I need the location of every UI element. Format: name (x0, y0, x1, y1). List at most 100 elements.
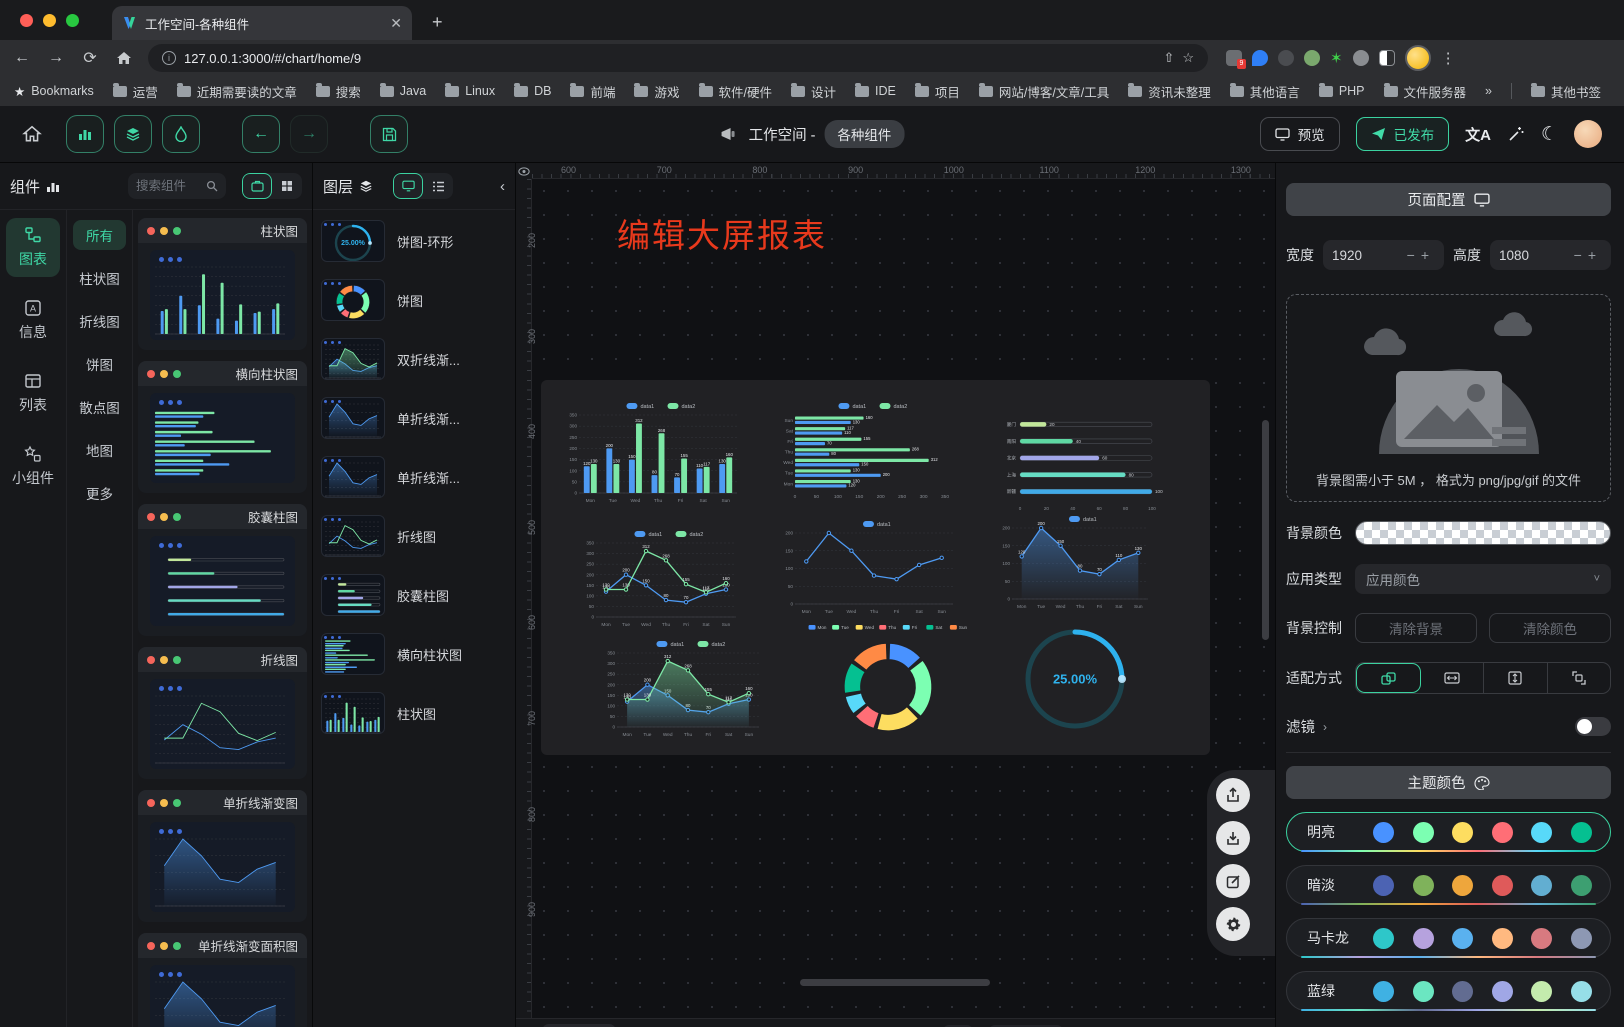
component-card-单折线渐变图[interactable]: 单折线渐变图 (138, 790, 307, 922)
bookmark-star-icon[interactable]: ☆ (1182, 50, 1194, 66)
publish-button[interactable]: 已发布 (1356, 117, 1450, 151)
component-card-横向柱状图[interactable]: 横向柱状图 (138, 361, 307, 493)
color-swatch[interactable] (1571, 875, 1592, 896)
component-card-单折线渐变面积图[interactable]: 单折线渐变面积图 (138, 933, 307, 1027)
config-panel-toggle-button[interactable] (162, 115, 200, 153)
user-avatar[interactable] (1574, 120, 1602, 148)
extension-icon[interactable]: 9 (1226, 50, 1242, 66)
dark-mode-icon[interactable]: ☾ (1541, 123, 1558, 146)
preview-button[interactable]: 预览 (1260, 117, 1340, 151)
browser-menu-icon[interactable]: ⋮ (1441, 49, 1456, 67)
bookmark-item[interactable]: 其他语言 (1230, 82, 1300, 101)
share-icon[interactable]: ⇧ (1163, 50, 1174, 66)
undo-button[interactable]: ← (242, 115, 280, 153)
chevron-right-icon[interactable]: › (1323, 720, 1327, 734)
filter-toggle[interactable] (1575, 717, 1611, 736)
color-swatch[interactable] (1492, 981, 1513, 1002)
color-swatch[interactable] (1452, 981, 1473, 1002)
home-icon[interactable] (114, 50, 134, 66)
color-swatch[interactable] (1492, 928, 1513, 949)
component-card-胶囊柱图[interactable]: 胶囊柱图 (138, 504, 307, 636)
layer-item[interactable]: 25.00%饼图-环形 (321, 220, 507, 262)
color-swatch[interactable] (1571, 981, 1592, 1002)
dashboard-group[interactable]: data1data2050100150200250300350MonTueWed… (541, 380, 1210, 755)
edit-button[interactable] (1216, 864, 1250, 898)
theme-row-蓝绿[interactable]: 蓝绿 (1286, 971, 1611, 1011)
gradient-line-chart[interactable]: data1050100150200MonTueWedThuFriSatSun12… (993, 513, 1157, 610)
search-input[interactable] (136, 179, 206, 193)
thumbnail-view-button[interactable] (393, 173, 423, 199)
bookmark-item[interactable]: PHP (1319, 82, 1365, 101)
fit-width-button[interactable] (1421, 663, 1485, 693)
layer-item[interactable]: 饼图 (321, 279, 507, 321)
other-bookmarks[interactable]: 其他书签 (1531, 82, 1601, 101)
stepper-buttons[interactable]: −+ (1407, 247, 1435, 263)
background-upload-area[interactable]: 背景图需小于 5M ， 格式为 png/jpg/gif 的文件 (1286, 294, 1611, 502)
color-swatch[interactable] (1452, 928, 1473, 949)
category-更多[interactable]: 更多 (73, 478, 126, 508)
layer-item[interactable]: 单折线渐... (321, 397, 507, 439)
capsule-chart[interactable]: 厦门20南阳40北京60上海80新疆100020406080100 (996, 410, 1168, 512)
pie-chart[interactable]: MonTueWedThuFriSatSun (805, 623, 971, 735)
close-window-button[interactable] (20, 14, 33, 27)
extension-icon[interactable] (1304, 50, 1320, 66)
theme-row-马卡龙[interactable]: 马卡龙 (1286, 918, 1611, 958)
height-stepper[interactable]: 1080 −+ (1490, 240, 1611, 270)
component-search[interactable] (128, 173, 226, 199)
bookmarks-overflow-icon[interactable]: » (1485, 84, 1492, 98)
fit-scale-button[interactable] (1356, 663, 1421, 693)
height-value[interactable]: 1080 (1499, 248, 1529, 263)
home-icon[interactable] (22, 125, 42, 143)
layer-item[interactable]: 柱状图 (321, 692, 507, 734)
color-swatch[interactable] (1531, 981, 1552, 1002)
category-地图[interactable]: 地图 (73, 435, 126, 465)
fit-stretch-button[interactable] (1548, 663, 1611, 693)
app-type-select[interactable]: 应用颜色˅ (1355, 564, 1611, 594)
theme-color-header[interactable]: 主题颜色 (1286, 766, 1611, 799)
single-line-chart[interactable]: data1050100150200MonTueWedThuFriSatSun (776, 518, 962, 615)
maximize-window-button[interactable] (66, 14, 79, 27)
layer-item[interactable]: 胶囊柱图 (321, 574, 507, 616)
star-extension-icon[interactable]: ✶ (1330, 49, 1343, 67)
horizontal-scrollbar[interactable] (800, 979, 990, 986)
color-swatch[interactable] (1531, 875, 1552, 896)
layer-item[interactable]: 横向柱状图 (321, 633, 507, 675)
category-饼图[interactable]: 饼图 (73, 349, 126, 379)
reload-icon[interactable]: ⟳ (80, 48, 100, 68)
bookmark-item[interactable]: Linux (445, 82, 495, 101)
layer-item[interactable]: 折线图 (321, 515, 507, 557)
layer-item[interactable]: 单折线渐... (321, 456, 507, 498)
color-swatch[interactable] (1413, 822, 1434, 843)
category-折线图[interactable]: 折线图 (73, 306, 126, 336)
component-tab-列表[interactable]: 列表 (6, 364, 60, 423)
language-icon[interactable]: 文A (1465, 124, 1491, 145)
bookmark-item[interactable]: 设计 (791, 82, 836, 101)
component-tab-小组件[interactable]: 小组件 (6, 437, 60, 496)
save-button[interactable] (370, 115, 408, 153)
color-swatch[interactable] (1571, 928, 1592, 949)
collapse-panel-icon[interactable]: ‹ (500, 178, 505, 195)
charts-panel-toggle-button[interactable] (66, 115, 104, 153)
project-name-badge[interactable]: 各种组件 (824, 120, 904, 148)
color-swatch[interactable] (1413, 875, 1434, 896)
bookmark-item[interactable]: 项目 (915, 82, 960, 101)
bookmark-item[interactable]: 游戏 (634, 82, 679, 101)
magic-wand-icon[interactable] (1507, 125, 1525, 143)
color-swatch[interactable] (1373, 822, 1394, 843)
browser-tab[interactable]: 工作空间-各种组件 ✕ (112, 6, 412, 40)
color-swatch[interactable] (1452, 875, 1473, 896)
color-swatch[interactable] (1413, 981, 1434, 1002)
category-所有[interactable]: 所有 (73, 220, 126, 250)
bookmark-item[interactable]: 搜索 (316, 82, 361, 101)
page-config-header[interactable]: 页面配置 (1286, 183, 1611, 216)
component-card-折线图[interactable]: 折线图 (138, 647, 307, 779)
profile-avatar[interactable] (1405, 45, 1431, 71)
component-tab-图表[interactable]: 图表 (6, 218, 60, 277)
bookmark-item[interactable]: 近期需要读的文章 (177, 82, 297, 101)
vertical-scrollbar[interactable] (1262, 420, 1269, 640)
background-color-swatch[interactable] (1355, 521, 1611, 545)
category-散点图[interactable]: 散点图 (73, 392, 126, 422)
clear-background-button[interactable]: 清除背景 (1355, 613, 1477, 643)
component-card-柱状图[interactable]: 柱状图 (138, 218, 307, 350)
layers-panel-toggle-button[interactable] (114, 115, 152, 153)
